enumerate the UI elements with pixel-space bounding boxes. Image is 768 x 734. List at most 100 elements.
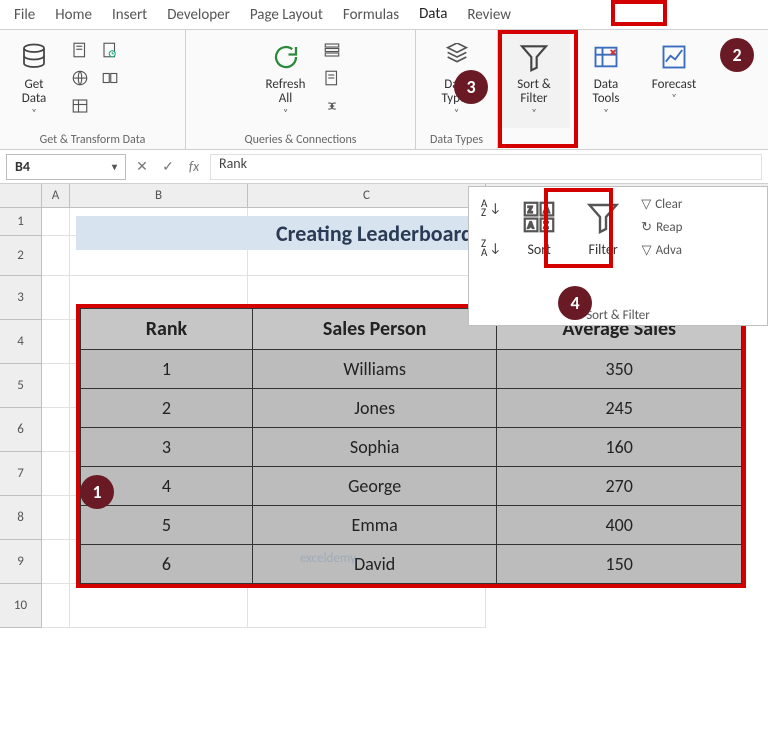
data-types-icon xyxy=(440,40,474,74)
table-row[interactable]: 5Emma400 xyxy=(81,506,742,545)
cell[interactable] xyxy=(42,408,70,452)
from-text-icon[interactable] xyxy=(68,38,92,62)
tab-home[interactable]: Home xyxy=(45,2,102,28)
filter-button[interactable]: Filter xyxy=(571,193,635,301)
table-cell[interactable]: Sophia xyxy=(252,428,497,467)
formula-input[interactable]: Rank xyxy=(210,154,762,180)
row-header[interactable]: 3 xyxy=(0,276,42,320)
cell[interactable] xyxy=(42,236,70,276)
table-cell[interactable]: 5 xyxy=(81,506,253,545)
cell[interactable] xyxy=(248,584,486,628)
row-header[interactable]: 4 xyxy=(0,320,42,364)
from-table-icon[interactable] xyxy=(68,94,92,118)
group-queries: Refresh All ˅ Queries & Connections xyxy=(186,30,416,149)
table-cell[interactable]: Jones xyxy=(252,389,497,428)
enter-icon[interactable]: ✓ xyxy=(158,158,178,175)
cancel-icon[interactable]: ✕ xyxy=(132,158,152,175)
forecast-button[interactable]: Forecast ˅ xyxy=(642,34,706,128)
funnel-icon xyxy=(583,197,623,237)
tab-developer[interactable]: Developer xyxy=(157,2,240,28)
sort-filter-label: Sort & Filter xyxy=(517,78,551,107)
table-cell[interactable]: 6 xyxy=(81,545,253,584)
advanced-button[interactable]: ▽Adva xyxy=(642,243,682,258)
annotation-1: 1 xyxy=(80,475,114,509)
properties-icon[interactable] xyxy=(320,66,344,90)
table-row[interactable]: 1Williams350 xyxy=(81,350,742,389)
tab-formulas[interactable]: Formulas xyxy=(333,2,409,28)
col-header-c[interactable]: C xyxy=(248,184,486,207)
clear-button[interactable]: ▽Clear xyxy=(641,197,682,212)
table-cell[interactable]: George xyxy=(252,467,497,506)
table-row[interactable]: 4George270 xyxy=(81,467,742,506)
svg-text:A: A xyxy=(528,219,534,231)
edit-links-icon[interactable] xyxy=(320,94,344,118)
th-sales-person[interactable]: Sales Person xyxy=(252,309,497,350)
data-tools-button[interactable]: Data Tools ˅ xyxy=(576,34,636,128)
dropdown-footer: Sort & Filter xyxy=(469,308,767,323)
chevron-down-icon: ˅ xyxy=(283,107,288,118)
sort-az-button[interactable]: AZ↓ xyxy=(481,199,501,217)
table-cell[interactable]: 150 xyxy=(497,545,742,584)
cell[interactable] xyxy=(42,540,70,584)
formula-bar: B4 ▾ ✕ ✓ fx Rank xyxy=(0,150,768,184)
cell[interactable] xyxy=(42,452,70,496)
table-row[interactable]: 3Sophia160 xyxy=(81,428,742,467)
row-header[interactable]: 1 xyxy=(0,208,42,236)
sort-za-button[interactable]: ZA↓ xyxy=(481,239,501,257)
recent-sources-icon[interactable] xyxy=(98,38,122,62)
group-get-transform: Get Data ˅ Get & Transform Data xyxy=(0,30,186,149)
reapply-button[interactable]: ↻Reap xyxy=(641,220,682,235)
chevron-down-icon: ˅ xyxy=(31,107,36,118)
cell[interactable] xyxy=(42,496,70,540)
tab-data[interactable]: Data xyxy=(409,1,457,29)
table-cell[interactable]: 1 xyxy=(81,350,253,389)
refresh-all-button[interactable]: Refresh All ˅ xyxy=(258,34,314,128)
table-cell[interactable]: 350 xyxy=(497,350,742,389)
col-header-b[interactable]: B xyxy=(70,184,248,207)
name-box-dropdown-icon[interactable]: ▾ xyxy=(112,160,117,173)
fx-icon[interactable]: fx xyxy=(184,158,204,175)
th-rank[interactable]: Rank xyxy=(81,309,253,350)
tab-insert[interactable]: Insert xyxy=(102,2,157,28)
cell[interactable] xyxy=(42,584,70,628)
chevron-down-icon: ˅ xyxy=(454,107,459,118)
table-cell[interactable]: 270 xyxy=(497,467,742,506)
table-cell[interactable]: David xyxy=(252,545,497,584)
cell[interactable] xyxy=(42,320,70,364)
existing-conn-icon[interactable] xyxy=(98,66,122,90)
select-all-corner[interactable] xyxy=(0,184,42,207)
row-header[interactable]: 6 xyxy=(0,408,42,452)
from-web-icon[interactable] xyxy=(68,66,92,90)
tab-page-layout[interactable]: Page Layout xyxy=(240,2,333,28)
table-cell[interactable]: 245 xyxy=(497,389,742,428)
row-header[interactable]: 7 xyxy=(0,452,42,496)
table-cell[interactable]: 2 xyxy=(81,389,253,428)
cell[interactable] xyxy=(70,584,248,628)
cell[interactable] xyxy=(42,276,70,320)
table-cell[interactable]: Emma xyxy=(252,506,497,545)
table-cell[interactable]: 160 xyxy=(497,428,742,467)
get-data-button[interactable]: Get Data ˅ xyxy=(6,34,62,128)
col-header-a[interactable]: A xyxy=(42,184,70,207)
tab-file[interactable]: File xyxy=(4,2,45,28)
table-cell[interactable]: 400 xyxy=(497,506,742,545)
annotation-3: 3 xyxy=(454,70,488,104)
name-box[interactable]: B4 ▾ xyxy=(6,154,126,180)
table-cell[interactable]: Williams xyxy=(252,350,497,389)
row-header[interactable]: 9 xyxy=(0,540,42,584)
table-cell[interactable]: 3 xyxy=(81,428,253,467)
table-row[interactable]: 2Jones245 xyxy=(81,389,742,428)
queries-icon[interactable] xyxy=(320,38,344,62)
table-row[interactable]: 6David150 xyxy=(81,545,742,584)
sort-filter-button[interactable]: Sort & Filter ˅ xyxy=(498,34,570,128)
row-header[interactable]: 5 xyxy=(0,364,42,408)
tab-review[interactable]: Review xyxy=(457,2,521,28)
sort-button[interactable]: ZAAZ Sort xyxy=(507,193,571,301)
forecast-icon xyxy=(657,40,691,74)
ribbon-tabs: File Home Insert Developer Page Layout F… xyxy=(0,0,768,30)
row-header[interactable]: 10 xyxy=(0,584,42,628)
cell[interactable] xyxy=(42,208,70,236)
row-header[interactable]: 8 xyxy=(0,496,42,540)
row-header[interactable]: 2 xyxy=(0,236,42,276)
cell[interactable] xyxy=(42,364,70,408)
